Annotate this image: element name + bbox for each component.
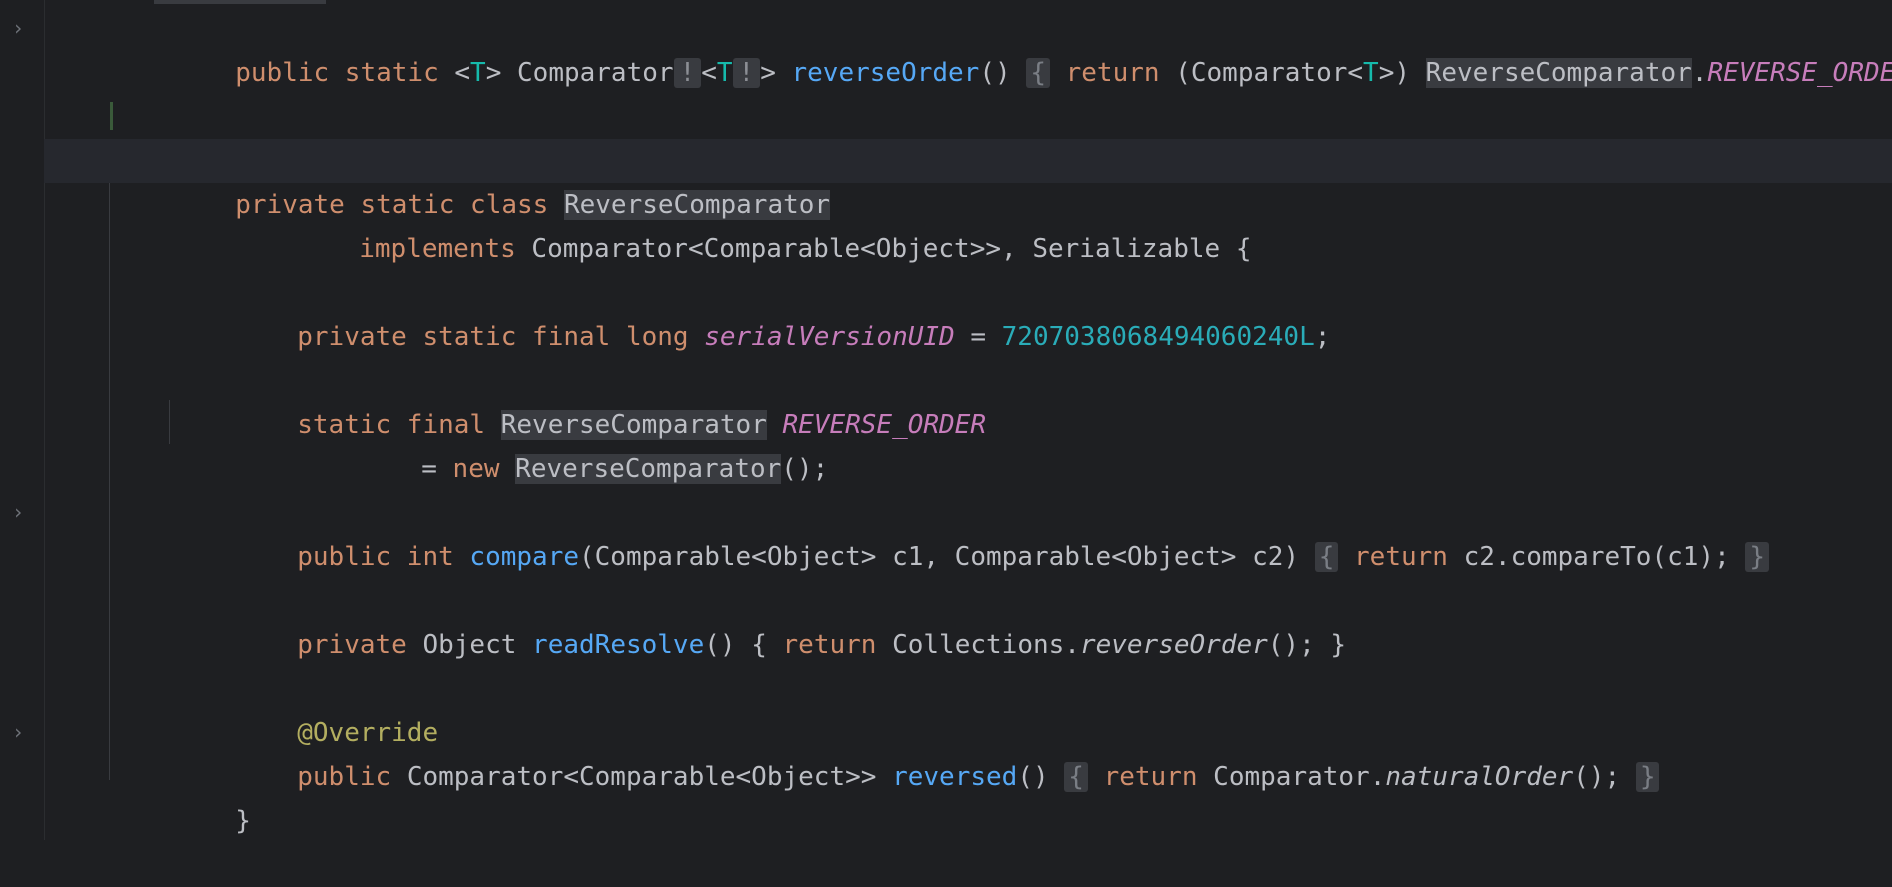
folded-brace-open[interactable]: { xyxy=(1026,58,1050,88)
generic-open: < xyxy=(701,58,717,88)
keyword-implements: implements xyxy=(359,234,532,264)
code-line-5[interactable]: implements Comparator<Comparable<Object>… xyxy=(44,183,1892,264)
method-name[interactable]: compare xyxy=(469,542,579,572)
number-literal: 7207038068494060240L xyxy=(1001,322,1315,352)
keyword-public-static: public static xyxy=(235,58,455,88)
text-caret xyxy=(110,102,113,130)
type-param: T xyxy=(470,58,486,88)
code-editor[interactable]: › › › public static <T> Comparator! <T! > … xyxy=(0,0,1892,840)
keyword-return: return xyxy=(1049,58,1176,88)
code-line-16[interactable]: @Override xyxy=(44,667,1892,748)
keyword-private: private xyxy=(297,630,423,660)
parens: () { xyxy=(704,630,783,660)
closing-brace: } xyxy=(235,806,251,836)
constructor-call: (); xyxy=(781,454,829,484)
dot: . xyxy=(1691,58,1708,88)
code-line-12[interactable]: public int compare(Comparable<Object> c1… xyxy=(44,491,1892,572)
static-field[interactable]: serialVersionUID xyxy=(704,322,954,352)
cast-expr: >) xyxy=(1378,58,1426,88)
code-line-1[interactable]: public static <T> Comparator! <T! > revers… xyxy=(44,7,1892,88)
cast-expr: (Comparator< xyxy=(1175,58,1364,88)
assign-op: = xyxy=(421,454,453,484)
code-line-17[interactable]: public Comparator<Comparable<Object>> re… xyxy=(44,711,1892,792)
folded-brace-close[interactable]: } xyxy=(1745,542,1770,572)
type-comparator: Comparator xyxy=(517,58,674,88)
keyword-modifiers: private static final long xyxy=(297,322,705,352)
code-line-9[interactable]: static final ReverseComparator REVERSE_O… xyxy=(44,359,1892,440)
implements-list: Comparator<Comparable<Object>>, Serializ… xyxy=(531,234,1252,264)
method-name[interactable]: reverseOrder xyxy=(792,58,980,88)
chevron-right-icon[interactable]: › xyxy=(8,502,28,522)
class-ref-highlighted[interactable]: ReverseComparator xyxy=(1425,58,1692,88)
generic-close: > xyxy=(760,58,792,88)
code-area[interactable]: public static <T> Comparator! <T! > revers… xyxy=(44,0,1892,840)
parens: () xyxy=(979,58,1011,88)
code-line-10[interactable]: = new ReverseComparator(); xyxy=(44,403,1892,484)
method-name[interactable]: readResolve xyxy=(532,630,704,660)
chevron-right-icon[interactable]: › xyxy=(8,18,28,38)
generic-open: < xyxy=(454,58,471,88)
parameter-list: (Comparable<Object> c1, Comparable<Objec… xyxy=(579,542,1300,572)
nullability-hint: ! xyxy=(732,58,761,88)
generic-close: > xyxy=(485,58,518,88)
nullability-hint: ! xyxy=(673,58,702,88)
class-ref-highlighted[interactable]: ReverseComparator xyxy=(515,454,782,484)
keyword-return: return xyxy=(1338,542,1464,572)
return-type: Object xyxy=(422,630,533,660)
keyword-return: return xyxy=(782,630,893,660)
semicolon: ; xyxy=(1314,322,1331,352)
static-call[interactable]: reverseOrder xyxy=(1080,630,1268,660)
code-line-14[interactable]: private Object readResolve() { return Co… xyxy=(44,579,1892,660)
return-expr: c2.compareTo(c1); xyxy=(1463,542,1730,572)
keyword-public-int: public int xyxy=(297,542,470,572)
chevron-right-icon[interactable]: › xyxy=(8,722,28,742)
call-end: (); } xyxy=(1267,630,1347,660)
code-line-18[interactable]: } xyxy=(44,755,1892,836)
type-param: T xyxy=(1363,58,1379,88)
editor-gutter: › › › xyxy=(0,0,45,840)
assign-op: = xyxy=(954,322,1002,352)
class-ref: Collections. xyxy=(892,630,1080,660)
scroll-highlight-bar xyxy=(154,0,326,4)
folded-brace-open[interactable]: { xyxy=(1314,542,1339,572)
static-field[interactable]: REVERSE_ORDER xyxy=(1707,58,1892,88)
code-line-7[interactable]: private static final long serialVersionU… xyxy=(44,271,1892,352)
type-param: T xyxy=(716,58,733,88)
keyword-new: new xyxy=(452,454,516,484)
code-line-4[interactable]: private static class ReverseComparator xyxy=(44,139,1892,220)
